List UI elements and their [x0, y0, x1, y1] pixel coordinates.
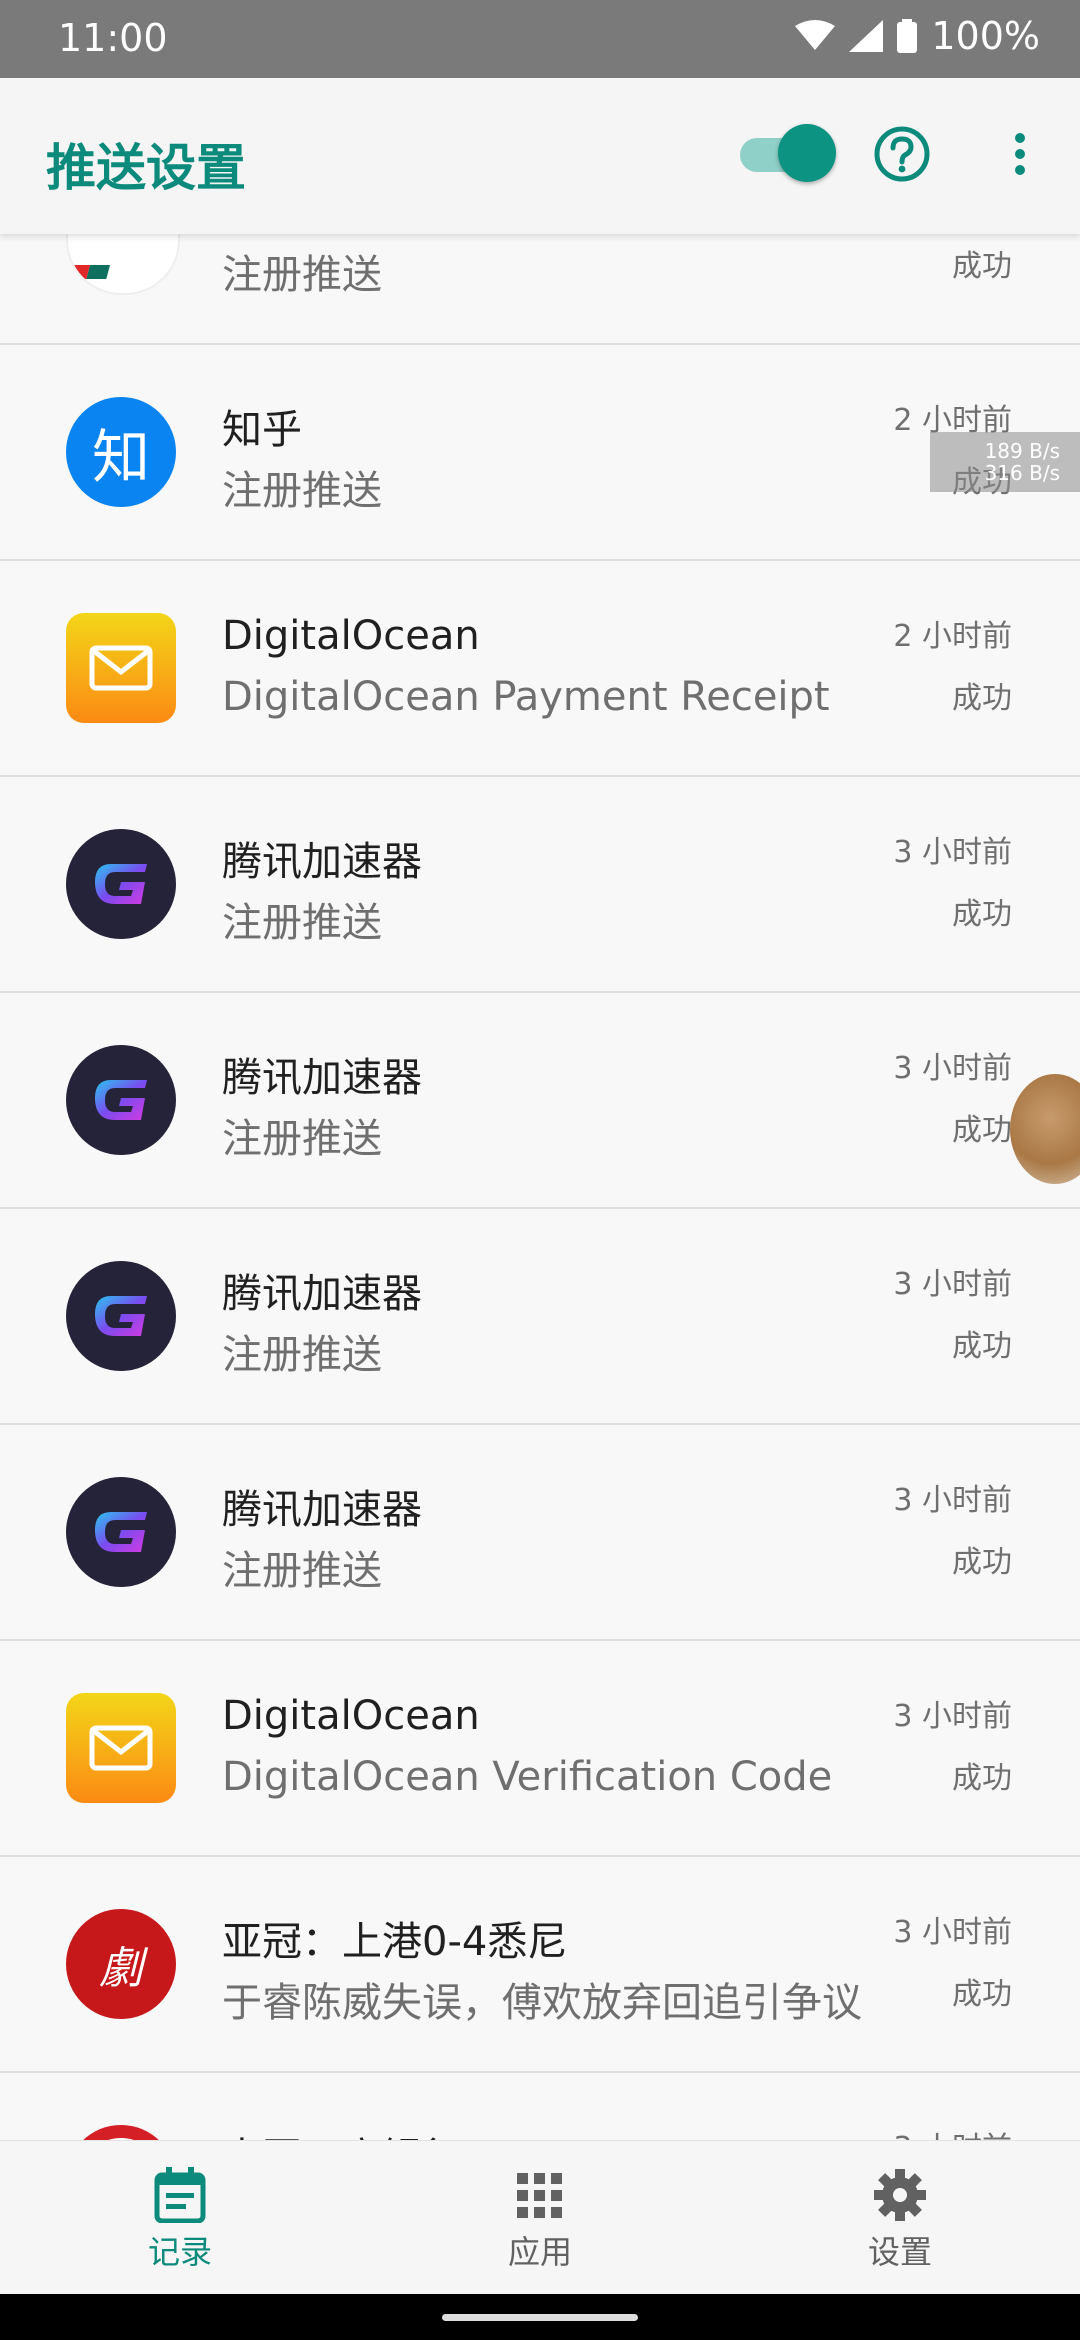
list-content: 注册推送成功知知乎注册推送2 小时前成功DigitalOceanDigitalO… [0, 234, 1080, 2140]
list-item-title: 中国工商银行 [222, 2125, 462, 2140]
app-bar: 推送设置 [0, 78, 1080, 234]
speed-up: 189 B/s [984, 439, 1060, 463]
home-handle[interactable] [442, 2314, 638, 2321]
partial-app-icon [66, 234, 180, 295]
tencent-accelerator-icon [66, 1045, 176, 1155]
list-item[interactable]: 腾讯加速器注册推送 3 小时前成功 [0, 1209, 1080, 1425]
list-item-subtitle: 注册推送 [222, 468, 382, 514]
list-item-subtitle: DigitalOcean Payment Receipt [222, 674, 830, 720]
list-item-status: 成功 [952, 681, 1012, 716]
status-bar: 11:00 100% [0, 0, 1080, 78]
list-item-title: 亚冠：上港0-4悉尼 [222, 1919, 568, 1965]
list-item-subtitle: 注册推送 [222, 1332, 382, 1378]
help-button[interactable] [872, 124, 932, 184]
page-title: 推送设置 [46, 139, 246, 197]
news-icon: 劇 [66, 1909, 176, 2019]
calendar-icon [154, 2167, 206, 2223]
toggle-thumb [778, 124, 836, 182]
tencent-accelerator-icon [66, 829, 176, 939]
list-item-subtitle: DigitalOcean Verification Code [222, 1754, 833, 1800]
list-item[interactable]: 腾讯加速器注册推送 3 小时前成功 [0, 993, 1080, 1209]
mail-icon [66, 613, 176, 723]
help-icon [874, 126, 930, 182]
list-item-time: 3 小时前 [893, 835, 1012, 870]
list-item-time: 2 小时前 [893, 619, 1012, 654]
icbc-icon [66, 2125, 176, 2140]
battery-icon [897, 19, 918, 53]
list-item[interactable]: 知知乎注册推送2 小时前成功 [0, 345, 1080, 561]
tencent-accelerator-icon [66, 1477, 176, 1587]
list-item-time: 3 小时前 [893, 1699, 1012, 1734]
list-item-status: 成功 [952, 1113, 1012, 1148]
list-item-time: 3 小时前 [893, 1051, 1012, 1086]
zhihu-icon: 知 [66, 397, 176, 507]
list-item-subtitle: 注册推送 [222, 252, 382, 298]
list-item[interactable]: 注册推送 成功 [0, 234, 1080, 345]
nav-apps[interactable]: 应用 [440, 2167, 640, 2273]
battery-percent: 100% [931, 14, 1040, 58]
wifi-icon [795, 20, 836, 50]
gesture-navigation-bar [0, 2294, 1080, 2340]
list-item[interactable]: DigitalOcean DigitalOcean Payment Receipt… [0, 561, 1080, 777]
list-item[interactable]: 腾讯加速器注册推送 3 小时前成功 [0, 777, 1080, 993]
status-icons: 100% [795, 14, 1040, 58]
more-vert-icon [1015, 133, 1025, 175]
list-item[interactable]: 劇 亚冠：上港0-4悉尼 于睿陈威失误，傅欢放弃回追引争议 3 小时前成功 [0, 1857, 1080, 2073]
gear-icon [874, 2169, 926, 2221]
list-item-time: 3 小时前 [893, 1267, 1012, 1302]
push-enable-toggle[interactable] [740, 124, 836, 184]
icon-text: 劇 [99, 1943, 143, 1994]
list-item-time: 3 小时前 [893, 1483, 1012, 1518]
signal-icon [849, 20, 884, 52]
status-time: 11:00 [58, 16, 168, 60]
list-item-title: 知乎 [222, 407, 302, 453]
nav-records-label: 记录 [147, 2233, 212, 2271]
icon-text: 知 [91, 423, 150, 491]
bottom-navigation: 记录 应用 设置 [0, 2140, 1080, 2295]
mail-icon [66, 1693, 176, 1803]
list-item-status: 成功 [952, 1545, 1012, 1580]
nav-apps-label: 应用 [507, 2233, 572, 2271]
nav-records[interactable]: 记录 [80, 2167, 280, 2273]
push-record-list[interactable]: 注册推送成功知知乎注册推送2 小时前成功DigitalOceanDigitalO… [0, 234, 1080, 2140]
list-item[interactable]: 中国工商银行 3 小时前 [0, 2073, 1080, 2140]
list-item-title: 腾讯加速器 [222, 1271, 422, 1317]
list-item-title: DigitalOcean [222, 1693, 480, 1739]
nav-settings-label: 设置 [867, 2233, 932, 2271]
list-item-subtitle: 于睿陈威失误，傅欢放弃回追引争议 [222, 1980, 862, 2026]
list-item-subtitle: 注册推送 [222, 1116, 382, 1162]
tencent-accelerator-icon [66, 1261, 176, 1371]
list-item-status: 成功 [952, 1329, 1012, 1364]
list-item[interactable]: 腾讯加速器注册推送 3 小时前成功 [0, 1425, 1080, 1641]
list-item-status: 成功 [952, 249, 1012, 284]
list-item[interactable]: DigitalOcean DigitalOcean Verification Co… [0, 1641, 1080, 1857]
speed-down: 316 B/s [984, 461, 1060, 485]
list-item-status: 成功 [952, 897, 1012, 932]
list-item-status: 成功 [952, 1977, 1012, 2012]
list-item-subtitle: 注册推送 [222, 1548, 382, 1594]
list-item-time: 3 小时前 [893, 1915, 1012, 1950]
list-item-title: DigitalOcean [222, 613, 480, 659]
list-item-title: 腾讯加速器 [222, 839, 422, 885]
list-item-time: 3 小时前 [893, 2123, 1012, 2140]
more-options-button[interactable] [1000, 124, 1040, 184]
list-item-title: 腾讯加速器 [222, 1487, 422, 1533]
list-item-status: 成功 [952, 1761, 1012, 1796]
apps-grid-icon [517, 2173, 562, 2218]
list-item-subtitle: 注册推送 [222, 900, 382, 946]
nav-settings[interactable]: 设置 [800, 2167, 1000, 2273]
list-item-title: 腾讯加速器 [222, 1055, 422, 1101]
network-speed-overlay: 189 B/s 316 B/s [930, 432, 1080, 492]
